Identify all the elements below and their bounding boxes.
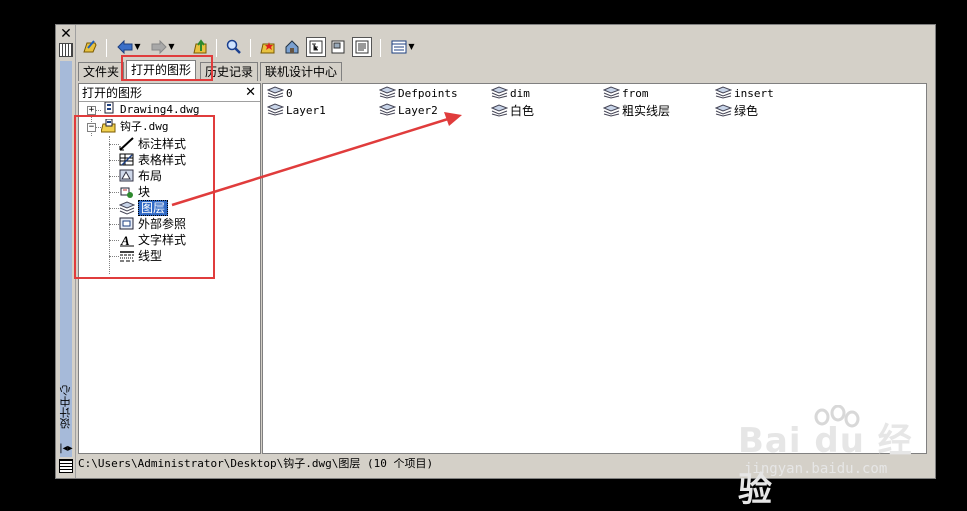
watermark-url: jingyan.baidu.com: [744, 461, 888, 477]
watermark: Bai du 经验 jingyan.baidu.com: [738, 405, 938, 510]
